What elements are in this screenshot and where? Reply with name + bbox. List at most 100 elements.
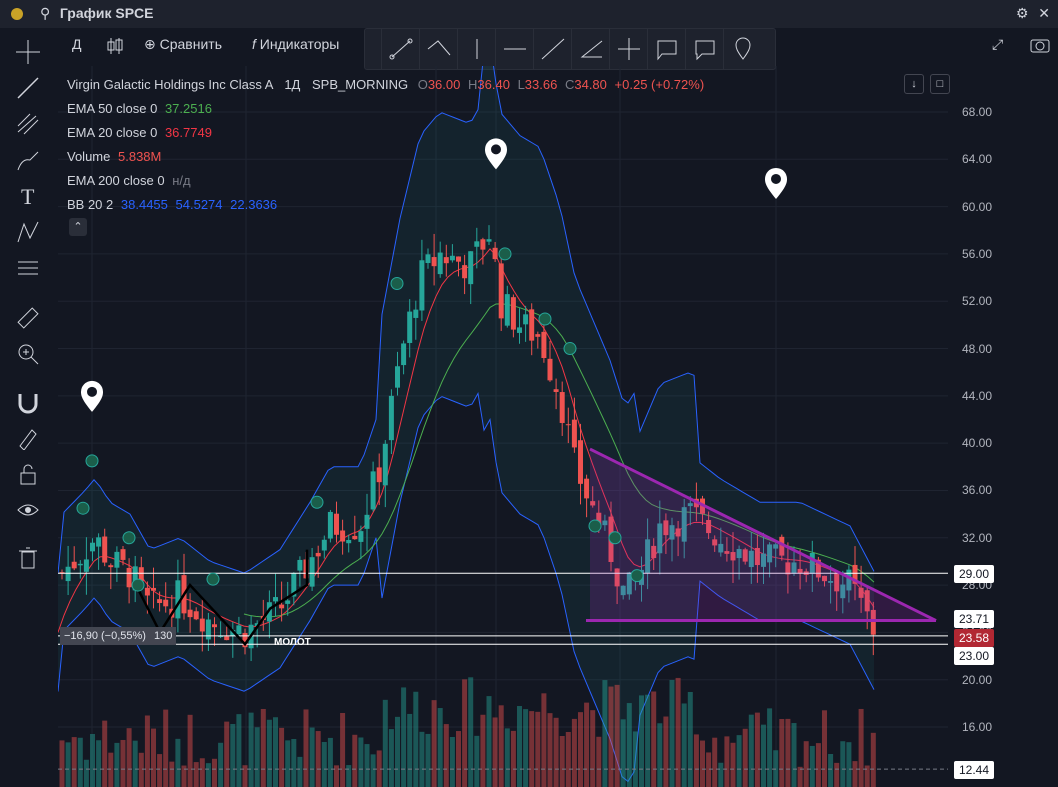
fib-tool-icon[interactable]	[16, 112, 40, 136]
candles-icon[interactable]	[106, 36, 124, 59]
ema200-value: н/д	[172, 173, 191, 188]
candle-body	[224, 636, 230, 641]
low-label: L	[517, 77, 525, 92]
ray-tool-icon[interactable]	[533, 29, 572, 69]
prediction-icon[interactable]	[16, 256, 40, 280]
legend-volume[interactable]: Volume 5.838M	[67, 149, 161, 164]
candle-body	[541, 331, 547, 359]
candle-body	[205, 619, 211, 640]
buy-signal-icon	[206, 572, 220, 586]
volume-bar	[474, 735, 480, 787]
candle-body	[480, 239, 486, 250]
volume-bar	[370, 754, 376, 787]
compare-label: Сравнить	[159, 36, 223, 52]
buy-signal-icon	[608, 531, 622, 545]
candle-body	[212, 624, 217, 628]
candle-body	[370, 471, 376, 510]
pattern-icon[interactable]	[16, 220, 40, 244]
volume-bar	[96, 740, 102, 787]
volume-bar	[273, 717, 278, 787]
candle-body	[273, 597, 278, 602]
volume-bar	[639, 695, 644, 787]
volume-bar	[754, 712, 760, 787]
price-axis-label: 16.00	[962, 720, 993, 734]
lock-drawing-icon[interactable]	[16, 426, 40, 450]
candle-body	[71, 561, 77, 569]
gear-icon[interactable]: ⚙	[1016, 5, 1029, 21]
volume-bar	[83, 759, 89, 787]
interval-button[interactable]: Д	[72, 36, 81, 52]
volume-bar	[291, 738, 297, 787]
vertical-line-tool-icon[interactable]	[457, 29, 496, 69]
path-tool-icon[interactable]	[419, 29, 458, 69]
volume-bar	[584, 702, 590, 787]
text-icon[interactable]: T	[16, 184, 40, 208]
drag-handle[interactable]	[365, 29, 381, 69]
candle-body	[492, 247, 498, 260]
volume-bar	[315, 731, 321, 787]
fullscreen-icon[interactable]: ⤢	[992, 36, 1003, 53]
price-chart[interactable]	[58, 66, 948, 787]
candle-body	[151, 587, 156, 591]
pin-tool-icon[interactable]	[723, 29, 762, 69]
candle-body	[559, 392, 565, 423]
compare-button[interactable]: ⊕ Сравнить	[144, 36, 222, 53]
zoom-icon[interactable]	[16, 342, 40, 366]
legend-bb[interactable]: BB 20 2 38.4455 54.5274 22.3636	[67, 197, 277, 212]
crosshair-tool-icon[interactable]	[609, 29, 648, 69]
candle-body	[321, 539, 327, 551]
lock-icon[interactable]	[16, 462, 40, 486]
indicators-button[interactable]: f Индикаторы	[252, 36, 339, 52]
auto-scale-icon[interactable]: □	[930, 74, 950, 94]
volume-bar	[815, 743, 821, 787]
candle-body	[413, 309, 419, 318]
symbol-search[interactable]: ⚲ График SPCE	[40, 5, 154, 22]
candle-body	[456, 256, 461, 262]
volume-bar	[651, 691, 657, 787]
volume-bar	[712, 737, 718, 787]
price-axis[interactable]: 68.00 64.00 60.00 56.00 52.00 48.00 44.00 40.00…	[948, 66, 1058, 787]
volume-bar	[565, 731, 571, 787]
price-tag-29: 29.00	[954, 565, 995, 583]
volume-bar	[212, 758, 217, 787]
crosshair-icon[interactable]	[16, 40, 40, 64]
callout-tool-icon[interactable]	[647, 29, 686, 69]
brush-icon[interactable]	[16, 148, 40, 172]
candle-body	[163, 599, 169, 607]
volume-bar	[108, 752, 114, 787]
trend-line-tool-icon[interactable]	[381, 29, 420, 69]
close-icon[interactable]: ✕	[1038, 5, 1050, 21]
comment-tool-icon[interactable]	[685, 29, 724, 69]
legend-ema200[interactable]: EMA 200 close 0 н/д	[67, 173, 191, 188]
line-tool-icon[interactable]	[16, 76, 40, 100]
candle-body	[443, 257, 449, 264]
volume-bar	[687, 691, 693, 787]
volume-bar	[65, 742, 71, 787]
volume-bar	[620, 719, 626, 787]
measure-delta: −16,90 (−0,55%)	[60, 627, 150, 645]
price-axis-label: 64.00	[962, 152, 993, 167]
volume-bar	[553, 717, 559, 787]
volume-bar	[803, 741, 809, 787]
window-title: График SPCE	[59, 5, 154, 21]
magnet-icon[interactable]	[16, 390, 40, 414]
scroll-down-icon[interactable]: ↓	[904, 74, 924, 94]
trash-icon[interactable]	[16, 546, 40, 570]
legend-ema20[interactable]: EMA 20 close 0 36.7749	[67, 125, 212, 140]
legend-ema50[interactable]: EMA 50 close 0 37.2516	[67, 101, 212, 116]
eye-icon[interactable]	[16, 498, 40, 522]
angle-tool-icon[interactable]	[571, 29, 610, 69]
bb-basis-value: 38.4455	[120, 197, 168, 212]
candle-body	[517, 327, 522, 333]
buy-signal-icon	[588, 519, 602, 533]
volume-bar	[187, 714, 193, 787]
ruler-icon[interactable]	[16, 306, 40, 330]
collapse-legend-icon[interactable]: ⌃	[69, 218, 87, 236]
volume-bar	[492, 717, 498, 787]
volume-bar	[388, 729, 394, 787]
volume-bar	[767, 708, 773, 787]
candle-body	[449, 255, 455, 261]
horizontal-line-tool-icon[interactable]	[495, 29, 534, 69]
volume-bar	[443, 724, 449, 787]
camera-icon[interactable]	[1030, 36, 1050, 57]
